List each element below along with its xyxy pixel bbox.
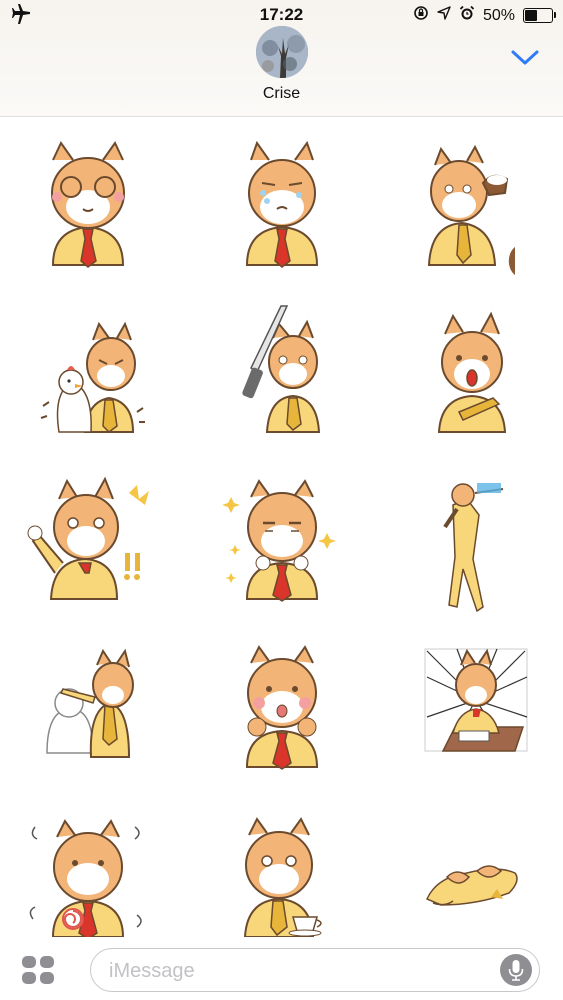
contact-avatar[interactable]	[255, 26, 308, 78]
alarm-icon	[459, 5, 475, 26]
imessage-input[interactable]: iMessage	[90, 948, 540, 992]
sticker-cat-studying[interactable]	[397, 637, 547, 787]
contact-name: Crise	[262, 85, 301, 102]
conversation-header: 17:22 50% Crise	[0, 0, 563, 117]
sticker-grid	[0, 117, 563, 937]
message-input-bar: iMessage	[0, 937, 563, 1000]
battery-icon	[523, 8, 556, 23]
rotation-lock-icon	[413, 5, 429, 26]
sticker-cat-holding-cup[interactable]	[207, 807, 357, 937]
contact-info[interactable]: Crise	[0, 26, 563, 103]
sticker-cat-flying[interactable]	[397, 469, 547, 619]
sticker-cat-blushing[interactable]	[207, 637, 357, 787]
sticker-cat-sparkling[interactable]	[207, 469, 357, 619]
location-icon	[437, 6, 451, 25]
collapse-chevron-icon[interactable]	[509, 46, 541, 70]
app-drawer-icon[interactable]	[22, 956, 56, 986]
sticker-cat-excited[interactable]	[13, 469, 163, 619]
sticker-cat-surprised[interactable]	[397, 302, 547, 452]
sticker-cat-with-knife[interactable]	[207, 302, 357, 452]
sticker-cat-covering-eyes[interactable]	[13, 135, 163, 285]
microphone-icon[interactable]	[500, 954, 532, 986]
battery-percentage: 50%	[482, 6, 515, 24]
sticker-cat-dizzy[interactable]	[13, 807, 163, 937]
sticker-cat-drinking-coffee[interactable]	[397, 135, 547, 285]
sticker-cat-sleeping[interactable]	[397, 807, 547, 937]
sticker-cat-patting-ghost[interactable]	[13, 637, 163, 787]
sticker-cat-with-bird[interactable]	[13, 302, 163, 452]
sticker-cat-crying[interactable]	[207, 135, 357, 285]
imessage-placeholder: iMessage	[109, 960, 195, 982]
